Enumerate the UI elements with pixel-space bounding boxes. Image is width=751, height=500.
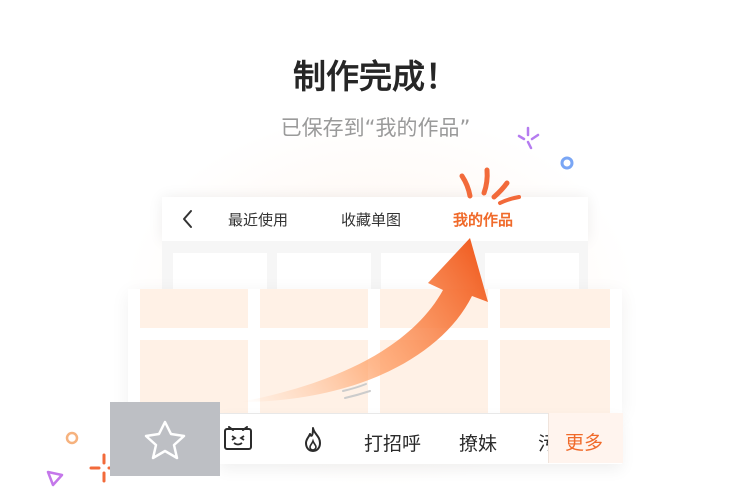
more-label: 更多 xyxy=(565,432,604,454)
toolbar-item-flirt[interactable]: 撩妹 xyxy=(459,429,497,456)
toolbar-item-greeting[interactable]: 打招呼 xyxy=(364,429,421,456)
toolbar-item-star[interactable] xyxy=(110,402,220,476)
toolbar-item-dirty[interactable]: 污 xyxy=(538,429,548,456)
emoji-face-icon[interactable] xyxy=(223,426,253,452)
fire-icon[interactable] xyxy=(301,425,325,453)
star-icon xyxy=(144,420,186,460)
